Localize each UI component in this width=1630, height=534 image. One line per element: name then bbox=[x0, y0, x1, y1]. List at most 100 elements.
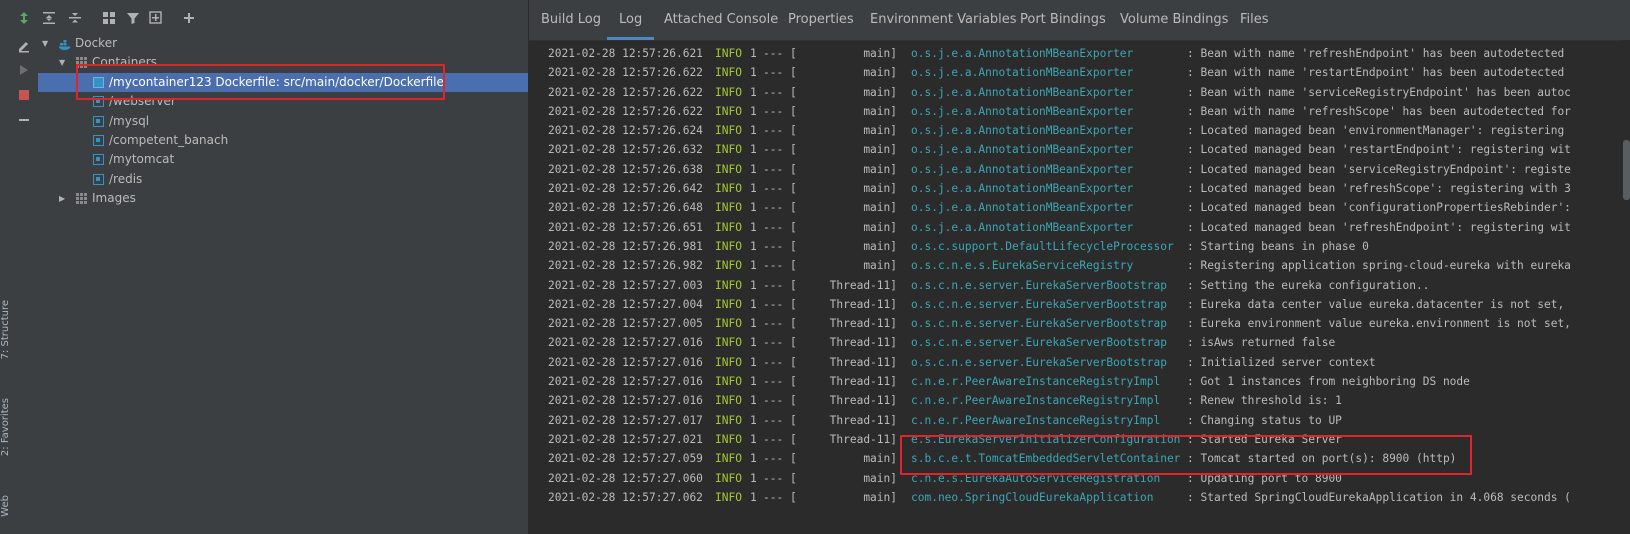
log-pid: 1 bbox=[750, 336, 757, 350]
log-level: INFO bbox=[715, 394, 742, 408]
log-timestamp: 2021-02-28 12:57:26.642 bbox=[548, 182, 703, 196]
log-level: INFO bbox=[715, 490, 742, 504]
tab-volume-bindings[interactable]: Volume Bindings bbox=[1120, 0, 1228, 40]
web-tab[interactable]: Web bbox=[0, 495, 11, 517]
log-logger: o.s.j.e.a.AnnotationMBeanExporter bbox=[911, 182, 1134, 196]
containers-label: Containers bbox=[92, 55, 157, 70]
log-thread: main] bbox=[863, 490, 897, 504]
tab-log[interactable]: Log bbox=[607, 0, 655, 40]
log-logger: o.s.c.n.e.server.EurekaServerBootstrap bbox=[911, 278, 1167, 292]
log-timestamp: 2021-02-28 12:57:27.005 bbox=[548, 317, 703, 331]
new-tab-icon[interactable] bbox=[148, 9, 166, 27]
expand-all-icon[interactable] bbox=[40, 9, 58, 27]
log-separator: --- bbox=[763, 239, 784, 253]
container-icon bbox=[93, 154, 104, 166]
tree-node-images[interactable]: ▶ Images bbox=[38, 189, 528, 208]
group-by-icon[interactable] bbox=[100, 9, 118, 27]
tree-node-containers[interactable]: ▼ Containers bbox=[38, 53, 528, 72]
structure-tab[interactable]: 7: Structure bbox=[0, 300, 11, 359]
minimize-icon[interactable] bbox=[16, 112, 32, 128]
add-service-icon[interactable] bbox=[180, 9, 198, 27]
log-logger: s.b.c.e.t.TomcatEmbeddedServletContainer bbox=[911, 452, 1181, 466]
container-item-webserver[interactable]: /webserver bbox=[38, 92, 528, 111]
tab-attached-console[interactable]: Attached Console bbox=[664, 0, 778, 40]
log-line: 2021-02-28 12:57:27.060 INFO 1 --- [main] c.n… bbox=[537, 469, 1630, 488]
tab-port-bindings[interactable]: Port Bindings bbox=[1020, 0, 1106, 40]
log-bracket: [ bbox=[790, 85, 797, 99]
favorites-tab[interactable]: 2: Favorites bbox=[0, 398, 11, 456]
log-timestamp: 2021-02-28 12:57:26.981 bbox=[548, 239, 703, 253]
log-level: INFO bbox=[715, 278, 742, 292]
log-timestamp: 2021-02-28 12:57:27.062 bbox=[548, 490, 703, 504]
container-item-mysql[interactable]: /mysql bbox=[38, 112, 528, 131]
tab-build-log[interactable]: Build Log bbox=[541, 0, 601, 40]
filter-icon[interactable] bbox=[124, 9, 142, 27]
container-item-mycontainer123[interactable]: /mycontainer123 Dockerfile: src/main/doc… bbox=[38, 72, 528, 93]
log-message: : Got 1 instances from neighboring DS no… bbox=[1187, 375, 1470, 389]
log-line: 2021-02-28 12:57:27.016 INFO 1 --- [Thread-1… bbox=[537, 353, 1630, 372]
log-thread: main] bbox=[863, 85, 897, 99]
log-pid: 1 bbox=[750, 413, 757, 427]
log-separator: --- bbox=[763, 471, 784, 485]
log-line: 2021-02-28 12:57:27.005 INFO 1 --- [Thread-1… bbox=[537, 314, 1630, 333]
log-timestamp: 2021-02-28 12:57:27.016 bbox=[548, 355, 703, 369]
log-output[interactable]: 2021-02-28 12:57:26.621 INFO 1 --- [main] o.s… bbox=[537, 44, 1630, 534]
log-thread: main] bbox=[863, 201, 897, 215]
log-logger: o.s.j.e.a.AnnotationMBeanExporter bbox=[911, 85, 1134, 99]
deploy-icon[interactable] bbox=[16, 10, 32, 26]
log-level: INFO bbox=[715, 452, 742, 466]
log-scrollbar[interactable] bbox=[1622, 40, 1630, 534]
tab-properties[interactable]: Properties bbox=[788, 0, 854, 40]
log-bracket: [ bbox=[790, 143, 797, 157]
expand-arrow-icon[interactable]: ▼ bbox=[42, 34, 48, 53]
log-message: : Bean with name 'restartEndpoint' has b… bbox=[1187, 66, 1565, 80]
log-message: : Initialized server context bbox=[1187, 355, 1376, 369]
log-timestamp: 2021-02-28 12:57:27.016 bbox=[548, 375, 703, 389]
edit-icon[interactable] bbox=[16, 38, 32, 54]
log-thread: Thread-11] bbox=[829, 297, 897, 311]
tree-node-docker[interactable]: ▼ Docker bbox=[38, 34, 528, 53]
scrollbar-thumb[interactable] bbox=[1623, 140, 1630, 200]
log-line: 2021-02-28 12:57:27.004 INFO 1 --- [Thread-1… bbox=[537, 295, 1630, 314]
log-line: 2021-02-28 12:57:26.621 INFO 1 --- [main] o.s… bbox=[537, 44, 1630, 63]
log-level: INFO bbox=[715, 162, 742, 176]
log-level: INFO bbox=[715, 336, 742, 350]
log-bracket: [ bbox=[790, 394, 797, 408]
log-pid: 1 bbox=[750, 239, 757, 253]
expand-arrow-icon[interactable]: ▼ bbox=[59, 53, 65, 72]
log-logger: o.s.j.e.a.AnnotationMBeanExporter bbox=[911, 47, 1134, 60]
log-message: : Located managed bean 'refreshEndpoint'… bbox=[1187, 220, 1571, 234]
log-separator: --- bbox=[763, 394, 784, 408]
log-level: INFO bbox=[715, 182, 742, 196]
log-logger: com.neo.SpringCloudEurekaApplication bbox=[911, 490, 1154, 504]
log-line: 2021-02-28 12:57:27.016 INFO 1 --- [Thread-1… bbox=[537, 333, 1630, 352]
log-level: INFO bbox=[715, 220, 742, 234]
log-line: 2021-02-28 12:57:27.059 INFO 1 --- [main] s.b… bbox=[537, 449, 1630, 468]
log-logger: c.n.e.r.PeerAwareInstanceRegistryImpl bbox=[911, 394, 1161, 408]
log-thread: main] bbox=[863, 47, 897, 60]
container-label: /competent_banach bbox=[109, 132, 229, 147]
log-thread: main] bbox=[863, 66, 897, 80]
log-separator: --- bbox=[763, 297, 784, 311]
log-thread: main] bbox=[863, 162, 897, 176]
stop-icon[interactable] bbox=[16, 87, 32, 103]
log-logger: c.n.e.r.PeerAwareInstanceRegistryImpl bbox=[911, 413, 1161, 427]
log-message: : Eureka environment value eureka.enviro… bbox=[1187, 317, 1571, 331]
container-item-mytomcat[interactable]: /mytomcat bbox=[38, 150, 528, 169]
collapse-all-icon[interactable] bbox=[66, 9, 84, 27]
log-pid: 1 bbox=[750, 66, 757, 80]
tab-environment-variables[interactable]: Environment Variables bbox=[870, 0, 1017, 40]
tab-files[interactable]: Files bbox=[1240, 0, 1269, 40]
log-separator: --- bbox=[763, 182, 784, 196]
log-bracket: [ bbox=[790, 297, 797, 311]
log-message: : Located managed bean 'serviceRegistryE… bbox=[1187, 162, 1571, 176]
collapse-arrow-icon[interactable]: ▶ bbox=[59, 189, 65, 208]
log-line: 2021-02-28 12:57:26.651 INFO 1 --- [main] o.s… bbox=[537, 218, 1630, 237]
log-bracket: [ bbox=[790, 66, 797, 80]
log-bracket: [ bbox=[790, 124, 797, 138]
log-thread: main] bbox=[863, 259, 897, 273]
container-item-redis[interactable]: /redis bbox=[38, 170, 528, 189]
container-item-competent-banach[interactable]: /competent_banach bbox=[38, 131, 528, 150]
log-separator: --- bbox=[763, 355, 784, 369]
run-icon[interactable] bbox=[16, 62, 32, 78]
